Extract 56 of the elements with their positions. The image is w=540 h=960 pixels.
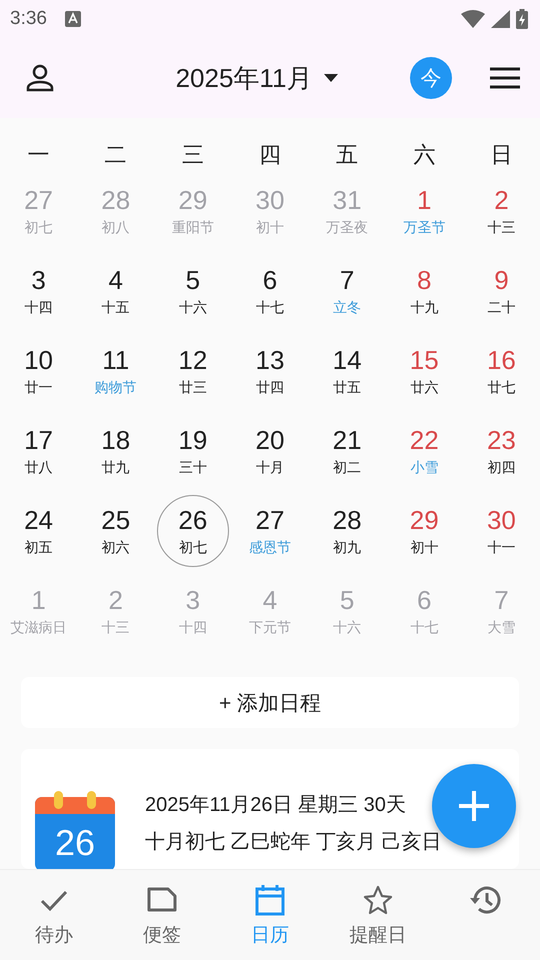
month-title[interactable]: 2025年11月 [176, 60, 312, 96]
weekday-label: 二 [104, 140, 128, 169]
day-cell[interactable]: 17 廿八 [2, 415, 75, 488]
status-time: 3:36 [10, 8, 47, 30]
signal-icon [491, 10, 510, 28]
day-cell[interactable]: 6 十七 [234, 255, 306, 328]
day-cell[interactable]: 1 万圣节 [388, 175, 460, 248]
profile-icon[interactable] [26, 64, 54, 92]
weekday-label: 日 [489, 140, 514, 169]
day-cell[interactable]: 30 十一 [465, 495, 538, 568]
weekday-label: 四 [258, 140, 282, 169]
day-cell[interactable]: 26 初七 [156, 495, 229, 568]
day-cell[interactable]: 10 廿一 [2, 335, 75, 408]
nav-tab[interactable]: 提醒日 [324, 870, 432, 960]
weekday-label: 三 [180, 140, 205, 169]
nav-tab[interactable]: 便签 [108, 870, 216, 960]
day-cell[interactable]: 9 二十 [465, 255, 538, 328]
day-cell[interactable]: 14 廿五 [311, 335, 384, 408]
history-icon [469, 884, 503, 916]
day-cell[interactable]: 18 廿九 [80, 415, 152, 488]
day-cell[interactable]: 29 初十 [388, 495, 460, 568]
day-cell[interactable]: 15 廿六 [388, 335, 460, 408]
weekday-label: 一 [26, 140, 51, 169]
day-cell[interactable]: 16 廿七 [465, 335, 538, 408]
day-cell[interactable]: 22 小雪 [388, 415, 460, 488]
day-cell[interactable]: 11 购物节 [80, 335, 152, 408]
day-cell[interactable]: 24 初五 [2, 495, 75, 568]
day-cell[interactable]: 25 初六 [80, 495, 152, 568]
day-cell[interactable]: 4 十五 [80, 255, 152, 328]
date-info-line: 十月初七 乙巳蛇年 丁亥月 己亥日 [145, 830, 442, 855]
star-icon [362, 884, 394, 916]
day-cell[interactable]: 28 初九 [311, 495, 384, 568]
day-cell[interactable]: 8 十九 [388, 255, 460, 328]
day-cell[interactable]: 19 三十 [156, 415, 229, 488]
day-cell[interactable]: 23 初四 [465, 415, 538, 488]
add-schedule-button[interactable]: + 添加日程 [21, 677, 519, 728]
day-cell[interactable]: 2 十三 [465, 175, 538, 248]
weekday-label: 六 [412, 140, 436, 169]
plus-icon [459, 791, 489, 821]
wifi-icon [461, 10, 485, 28]
date-info-line: 2025年11月26日 星期三 30天 [145, 793, 407, 818]
day-cell[interactable]: 5 十六 [156, 255, 229, 328]
day-cell[interactable]: 20 十月 [234, 415, 306, 488]
day-cell[interactable]: 21 初二 [311, 415, 384, 488]
calendar-icon [254, 884, 286, 916]
day-cell[interactable]: 3 十四 [2, 255, 75, 328]
day-cell[interactable]: 12 廿三 [156, 335, 229, 408]
day-cell[interactable]: 13 廿四 [234, 335, 306, 408]
dropdown-caret-icon[interactable] [324, 74, 338, 82]
battery-icon [516, 9, 528, 29]
weekday-label: 五 [335, 140, 360, 169]
day-cell[interactable]: 7 立冬 [311, 255, 384, 328]
menu-icon[interactable] [490, 67, 520, 89]
nav-tab[interactable]: 待办 [0, 870, 108, 960]
keyboard-notification-icon [64, 11, 81, 27]
day-cell[interactable]: 27 感恩节 [234, 495, 306, 568]
